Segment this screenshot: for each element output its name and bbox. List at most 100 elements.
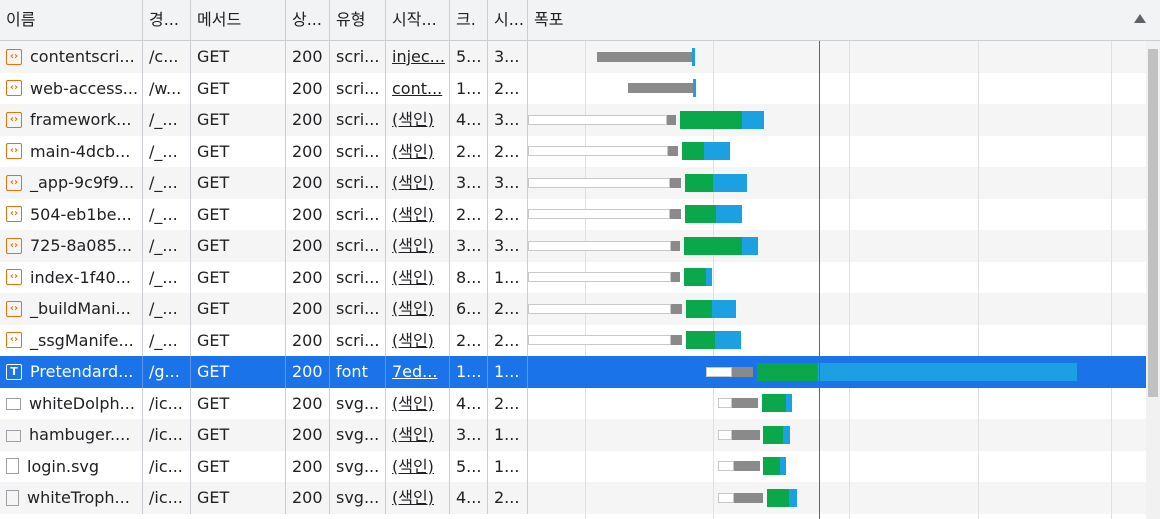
cell-initiator[interactable]: (색인) <box>386 482 450 514</box>
waterfall-queue-bar <box>717 461 734 472</box>
waterfall-download-bar <box>704 142 731 161</box>
waterfall-area[interactable] <box>528 41 1146 519</box>
initiator-text[interactable]: (색인) <box>392 299 434 318</box>
cell-size: 3... <box>450 230 488 262</box>
cell-initiator[interactable]: (색인) <box>386 450 450 482</box>
initiator-text[interactable]: (색인) <box>392 268 434 287</box>
script-icon: ‹› <box>6 80 22 96</box>
waterfall-gridline <box>1111 41 1113 519</box>
cell-initiator[interactable]: cont... <box>386 72 450 104</box>
cell-method: GET <box>191 387 286 419</box>
cell-name: ‹› main-4dcb... <box>0 135 143 167</box>
name-text: 725-8a085... <box>30 236 133 255</box>
cell-initiator[interactable]: 7ed... <box>386 356 450 388</box>
cell-initiator[interactable]: injec... <box>386 41 450 73</box>
cell-time: 2... <box>488 198 528 230</box>
time-text: 1... <box>494 267 520 287</box>
cell-path: /c... <box>143 41 191 73</box>
waterfall-ttfb-bar <box>683 236 742 255</box>
waterfall-queue-bar <box>528 335 671 346</box>
scrollbar-thumb[interactable] <box>1148 49 1158 397</box>
column-header-2[interactable]: 메서드 <box>191 0 286 40</box>
cell-initiator[interactable]: (색인) <box>386 135 450 167</box>
sort-ascending-icon[interactable] <box>1134 14 1146 23</box>
waterfall-queue-bar <box>528 177 671 188</box>
waterfall-ttfb-bar <box>763 425 783 444</box>
method-text: GET <box>197 110 230 129</box>
waterfall-download-bar <box>711 299 737 318</box>
cell-size: 1... <box>450 72 488 104</box>
waterfall-wait-bar <box>597 51 692 62</box>
initiator-text[interactable]: (색인) <box>392 488 434 507</box>
cell-status: 200 <box>286 261 330 293</box>
cell-path: /g... <box>143 356 191 388</box>
waterfall-download-bar <box>786 394 793 413</box>
column-header-8[interactable]: 폭포 <box>528 0 1160 40</box>
status-text: 200 <box>292 393 323 413</box>
method-text: GET <box>197 299 230 318</box>
cell-initiator[interactable]: (색인) <box>386 387 450 419</box>
type-text: scri... <box>336 78 380 98</box>
doc-icon <box>6 458 19 474</box>
waterfall-wait-bar <box>731 398 758 409</box>
cell-initiator[interactable]: (색인) <box>386 167 450 199</box>
status-text: 200 <box>292 204 323 224</box>
status-text: 200 <box>292 110 323 129</box>
initiator-text[interactable]: (색인) <box>392 142 434 161</box>
column-header-5[interactable]: 시작... <box>386 0 450 40</box>
cell-time: 2... <box>488 324 528 356</box>
cell-status: 200 <box>286 72 330 104</box>
cell-initiator[interactable]: (색인) <box>386 261 450 293</box>
cell-name: ‹› contentscri... <box>0 41 143 73</box>
initiator-text[interactable]: 7ed... <box>392 362 437 381</box>
cell-type: font <box>330 356 386 388</box>
path-text: /_... <box>149 204 178 224</box>
initiator-text[interactable]: (색인) <box>392 173 434 192</box>
cell-name: hambuger.... <box>0 419 143 451</box>
type-text: scri... <box>336 236 380 255</box>
cell-path: /_... <box>143 293 191 325</box>
initiator-text[interactable]: cont... <box>392 79 442 98</box>
cell-path: /ic... <box>143 387 191 419</box>
column-header-6[interactable]: 크. <box>450 0 488 40</box>
initiator-text[interactable]: (색인) <box>392 236 434 255</box>
cell-initiator[interactable]: (색인) <box>386 419 450 451</box>
name-text: login.svg <box>27 456 100 476</box>
waterfall-wait-bar <box>668 146 679 157</box>
time-text: 1... <box>494 456 520 476</box>
method-text: GET <box>197 267 230 287</box>
cell-initiator[interactable]: (색인) <box>386 198 450 230</box>
initiator-text[interactable]: (색인) <box>392 457 434 476</box>
initiator-text[interactable]: (색인) <box>392 394 434 413</box>
cell-method: GET <box>191 482 286 514</box>
size-text: 2... <box>456 204 482 224</box>
column-header-7[interactable]: 시... <box>488 0 528 40</box>
status-text: 200 <box>292 173 323 192</box>
path-text: /w... <box>149 78 182 98</box>
cell-status: 200 <box>286 104 330 136</box>
initiator-text[interactable]: (색인) <box>392 110 434 129</box>
cell-initiator[interactable]: (색인) <box>386 293 450 325</box>
cell-method: GET <box>191 261 286 293</box>
type-text: scri... <box>336 110 380 129</box>
method-text: GET <box>197 425 230 444</box>
cell-method: GET <box>191 356 286 388</box>
cell-status: 200 <box>286 41 330 73</box>
script-icon: ‹› <box>6 206 22 222</box>
column-header-0[interactable]: 이름 <box>0 0 143 40</box>
cell-initiator[interactable]: (색인) <box>386 104 450 136</box>
initiator-text[interactable]: (색인) <box>392 331 434 350</box>
initiator-text[interactable]: (색인) <box>392 425 434 444</box>
initiator-text[interactable]: (색인) <box>392 205 434 224</box>
initiator-text[interactable]: injec... <box>392 47 445 66</box>
cell-type: scri... <box>330 41 386 73</box>
cell-initiator[interactable]: (색인) <box>386 230 450 262</box>
cell-initiator[interactable]: (색인) <box>386 324 450 356</box>
waterfall-wait-bar <box>670 240 681 251</box>
column-header-4[interactable]: 유형 <box>330 0 386 40</box>
column-header-1[interactable]: 경... <box>143 0 191 40</box>
column-header-3[interactable]: 상... <box>286 0 330 40</box>
cell-size: 2... <box>450 324 488 356</box>
cell-name: whiteDolph... <box>0 387 143 419</box>
name-text: hambuger.... <box>29 425 131 444</box>
